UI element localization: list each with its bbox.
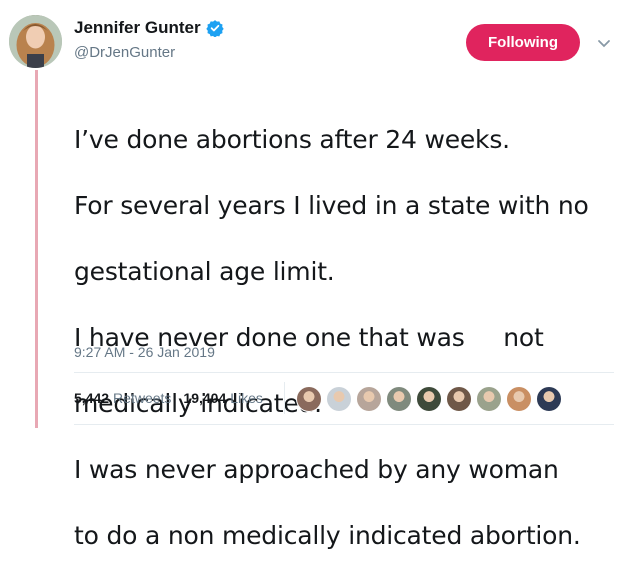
liker-avatar[interactable] bbox=[416, 386, 442, 412]
likes-count: 19,404 bbox=[183, 390, 227, 406]
likes-stat[interactable]: 19,404 Likes bbox=[183, 390, 263, 406]
tweet-stats: 5,442 Retweets 19,404 Likes bbox=[74, 390, 275, 406]
liker-avatars bbox=[296, 386, 562, 412]
liker-avatar[interactable] bbox=[356, 386, 382, 412]
author-display-name[interactable]: Jennifer Gunter bbox=[74, 18, 201, 38]
tweet-line: For several years I lived in a state wit… bbox=[74, 191, 589, 220]
likes-label: Likes bbox=[230, 390, 263, 406]
liker-avatar[interactable] bbox=[326, 386, 352, 412]
retweets-stat[interactable]: 5,442 Retweets bbox=[74, 390, 171, 406]
chevron-down-icon[interactable] bbox=[597, 36, 611, 48]
divider bbox=[74, 424, 614, 425]
tweet-line: I was never approached by any woman bbox=[74, 455, 559, 484]
author-handle[interactable]: @DrJenGunter bbox=[74, 44, 175, 61]
stats-separator bbox=[284, 382, 285, 414]
liker-avatar[interactable] bbox=[536, 386, 562, 412]
tweet-text: I’ve done abortions after 24 weeks. For … bbox=[74, 90, 634, 585]
liker-avatar[interactable] bbox=[296, 386, 322, 412]
verified-badge-icon bbox=[205, 19, 224, 38]
liker-avatar[interactable] bbox=[506, 386, 532, 412]
retweets-label: Retweets bbox=[113, 390, 172, 406]
following-button[interactable]: Following bbox=[466, 24, 580, 61]
thread-connector-line bbox=[35, 70, 38, 428]
liker-avatar[interactable] bbox=[476, 386, 502, 412]
tweet-timestamp[interactable]: 9:27 AM - 26 Jan 2019 bbox=[74, 344, 215, 360]
liker-avatar[interactable] bbox=[446, 386, 472, 412]
author-name-row: Jennifer Gunter bbox=[74, 18, 224, 38]
tweet-line: gestational age limit. bbox=[74, 257, 335, 286]
avatar[interactable] bbox=[9, 15, 62, 68]
tweet-line: to do a non medically indicated abortion… bbox=[74, 521, 581, 550]
liker-avatar[interactable] bbox=[386, 386, 412, 412]
retweets-count: 5,442 bbox=[74, 390, 110, 406]
tweet-line: I’ve done abortions after 24 weeks. bbox=[74, 125, 510, 154]
divider bbox=[74, 372, 614, 373]
